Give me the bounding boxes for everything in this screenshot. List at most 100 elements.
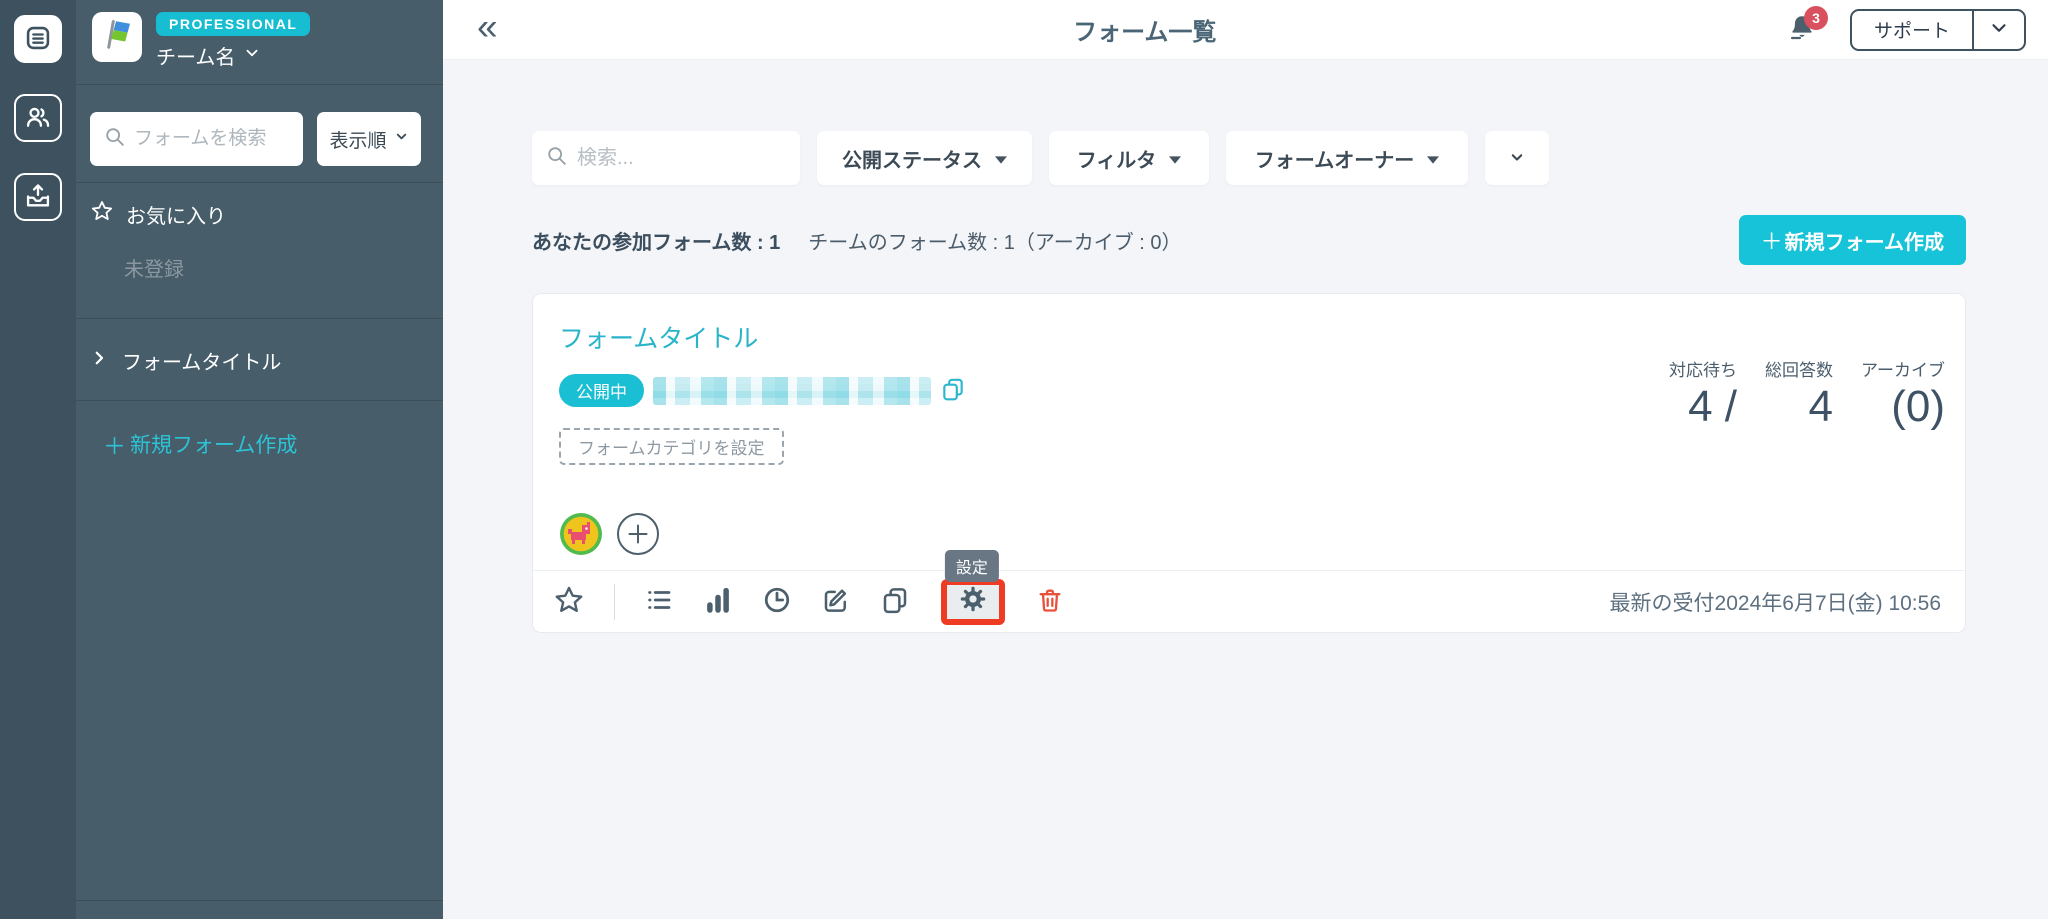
search-icon	[104, 126, 126, 153]
plus-circle-icon	[616, 512, 660, 556]
favorites-label: お気に入り	[126, 205, 226, 228]
notifications-button[interactable]: 3	[1786, 5, 1828, 48]
metric-label: アーカイブ	[1861, 361, 1945, 380]
flag-logo-icon	[97, 15, 137, 60]
collapse-sidebar-button[interactable]: «	[477, 8, 504, 51]
rail-forms-button[interactable]	[14, 15, 62, 63]
metric-archive: アーカイブ (0)	[1861, 356, 1945, 429]
support-menu-button[interactable]	[1974, 11, 2024, 49]
top-header: « フォーム一覧 3 サポート	[443, 0, 2048, 60]
add-member-button[interactable]	[616, 512, 660, 556]
form-counts: あなたの参加フォーム数 : 1 チームのフォーム数 : 1（アーカイブ : 0）	[532, 226, 1181, 255]
status-badge: 公開中	[559, 374, 644, 407]
list-search-box[interactable]	[532, 131, 800, 185]
app-window: PROFESSIONAL チーム名 表示順	[0, 0, 2048, 919]
form-group-section: フォームタイトル	[76, 318, 443, 401]
my-form-count: あなたの参加フォーム数 : 1	[532, 231, 781, 254]
star-icon	[553, 584, 585, 619]
edit-form-button[interactable]	[821, 585, 851, 618]
copy-icon	[940, 376, 966, 405]
sort-order-label: 表示順	[329, 130, 387, 152]
support-split-button: サポート	[1849, 8, 2026, 51]
metric-value: 4 /	[1688, 382, 1738, 431]
plan-badge: PROFESSIONAL	[156, 12, 311, 36]
footer-divider	[614, 583, 615, 620]
page-title: フォーム一覧	[1073, 19, 1217, 46]
status-filter-dropdown[interactable]: 公開ステータス	[817, 131, 1032, 185]
responses-list-button[interactable]	[644, 585, 674, 618]
favorites-empty-label: 未登録	[124, 259, 184, 281]
member-avatar[interactable]	[559, 512, 603, 556]
team-name-button[interactable]: チーム名	[156, 41, 261, 70]
form-search-box[interactable]	[90, 112, 303, 166]
content: 公開ステータス フィルタ フォームオーナー	[443, 60, 2048, 633]
dropdown-arrow-icon	[1169, 147, 1182, 170]
delete-form-button[interactable]	[1036, 586, 1064, 617]
members-icon	[24, 103, 52, 134]
history-button[interactable]	[762, 585, 792, 618]
team-form-count: チームのフォーム数 : 1（アーカイブ : 0）	[808, 231, 1182, 254]
owner-filter-dropdown[interactable]: フォームオーナー	[1226, 131, 1468, 185]
favorites-item[interactable]: お気に入り	[90, 199, 429, 229]
star-icon	[90, 199, 114, 229]
owner-filter-label: フォームオーナー	[1254, 149, 1415, 172]
favorite-form-button[interactable]	[553, 584, 585, 619]
sidebar-new-form-label: 新規フォーム作成	[130, 434, 298, 457]
bar-chart-icon	[703, 585, 733, 618]
latest-reception-label: 最新の受付2024年6月7日(金) 10:56	[1609, 591, 1941, 615]
copy-icon	[880, 585, 910, 618]
filter-label: フィルタ	[1076, 149, 1157, 172]
search-icon	[546, 145, 568, 172]
sidebar-header: PROFESSIONAL チーム名	[76, 0, 443, 85]
copy-url-button[interactable]	[940, 376, 966, 405]
formrun-logo[interactable]	[92, 12, 142, 62]
analytics-button[interactable]	[703, 585, 733, 618]
sidebar: PROFESSIONAL チーム名 表示順	[76, 0, 443, 919]
clock-icon	[762, 585, 792, 618]
dropdown-arrow-icon	[1427, 147, 1440, 170]
support-button[interactable]: サポート	[1852, 11, 1972, 49]
more-filters-button[interactable]	[1485, 131, 1549, 185]
form-url-blurred	[653, 376, 931, 405]
sidebar-new-form-button[interactable]: ＋ 新規フォーム作成	[103, 427, 443, 461]
stats-row: あなたの参加フォーム数 : 1 チームのフォーム数 : 1（アーカイブ : 0）…	[532, 215, 1966, 265]
notification-count-badge: 3	[1803, 5, 1828, 30]
metric-waiting: 対応待ち 4 /	[1669, 356, 1737, 429]
header-right: 3 サポート	[1786, 5, 2026, 51]
plus-icon: ＋	[1760, 229, 1783, 254]
metric-value: (0)	[1891, 382, 1945, 431]
member-row	[559, 512, 1939, 556]
inbox-upload-icon	[24, 182, 52, 213]
chevron-down-icon	[1507, 147, 1527, 170]
edit-icon	[821, 585, 851, 618]
card-footer: 設定 最新の受付2024年6月7日(金) 10:56	[533, 549, 1965, 632]
metric-value: 4	[1808, 382, 1834, 431]
form-search-input[interactable]	[134, 128, 293, 150]
status-filter-label: 公開ステータス	[842, 149, 982, 172]
rail-members-button[interactable]	[14, 94, 62, 142]
set-category-button[interactable]: フォームカテゴリを設定	[559, 428, 784, 465]
chevron-right-icon	[90, 349, 108, 373]
settings-button[interactable]: 設定	[941, 549, 1005, 625]
filter-dropdown[interactable]: フィルタ	[1049, 131, 1209, 185]
plus-icon: ＋	[103, 433, 126, 459]
form-title-link[interactable]: フォームタイトル	[559, 319, 758, 355]
settings-tooltip: 設定	[944, 549, 999, 582]
form-group-item[interactable]: フォームタイトル	[90, 346, 429, 375]
metric-label: 対応待ち	[1669, 361, 1738, 380]
sort-order-button[interactable]: 表示順	[317, 112, 421, 166]
team-name-label: チーム名	[156, 47, 236, 69]
favorites-section: お気に入り 未登録	[76, 182, 443, 302]
chevron-down-icon	[1988, 17, 2010, 42]
metric-label: 総回答数	[1765, 361, 1834, 380]
bell-icon	[1786, 15, 1818, 48]
list-search-input[interactable]	[577, 146, 788, 170]
trash-icon	[1036, 586, 1064, 617]
duplicate-form-button[interactable]	[880, 585, 910, 618]
new-form-button[interactable]: ＋ 新規フォーム作成	[1738, 215, 1966, 265]
form-metrics: 対応待ち 4 / 総回答数 4 アーカイブ (0)	[1669, 356, 1945, 429]
form-card: フォームタイトル 公開中 フォームカテゴリを設定 対応待ち 4 / 総回答数 4…	[532, 293, 1966, 633]
rail-inbox-button[interactable]	[14, 173, 62, 221]
sidebar-bottom-divider	[76, 900, 443, 901]
main-area: « フォーム一覧 3 サポート 検索... 公開ステータス フィルタ フォームオ…	[443, 0, 2048, 919]
